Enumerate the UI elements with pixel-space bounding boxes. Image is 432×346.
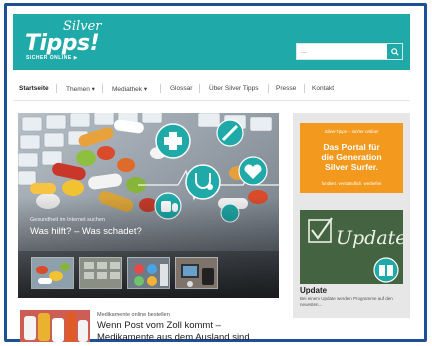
hero-thumb-1[interactable] xyxy=(31,257,74,289)
site-header: Silver Tipps! SICHER ONLINE ▶ xyxy=(13,14,410,70)
logo-tipps-text: Tipps! xyxy=(25,31,100,56)
site-logo[interactable]: Silver Tipps! SICHER ONLINE ▶ xyxy=(23,19,113,65)
update-title[interactable]: Update xyxy=(300,286,327,295)
nav-divider xyxy=(268,84,269,93)
search-box xyxy=(296,43,403,60)
nav-divider xyxy=(199,84,200,93)
nav-item-ueber[interactable]: Über Silver Tipps xyxy=(209,85,259,92)
nav-item-mediathek[interactable]: Mediathek ▾ xyxy=(112,85,147,93)
hero-slider[interactable]: Gesundheit im Internet suchen Was hilft?… xyxy=(18,113,279,298)
teaser-title[interactable]: Wenn Post vom Zoll kommt – Medikamente a… xyxy=(97,320,277,344)
mouse-pointer-icon: ▶ xyxy=(73,55,78,61)
search-input[interactable] xyxy=(297,44,388,59)
nav-divider xyxy=(56,84,57,93)
chevron-down-icon: ▾ xyxy=(91,86,95,93)
nav-underline xyxy=(13,100,410,101)
sidebar: SilverTipps – sicher online! Das Portal … xyxy=(293,113,410,318)
hero-thumb-4[interactable] xyxy=(175,257,218,289)
main-nav: Startseite Themen ▾ Mediathek ▾ Glossar … xyxy=(13,83,410,97)
promo-small-text: SilverTipps – sicher online! xyxy=(324,129,379,134)
logo-tagline: SICHER ONLINE ▶ xyxy=(26,55,78,61)
teaser-image[interactable] xyxy=(20,310,90,342)
nav-item-themen[interactable]: Themen ▾ xyxy=(66,85,95,93)
chevron-down-icon: ▾ xyxy=(143,86,148,93)
nav-divider xyxy=(304,84,305,93)
hero-kicker: Gesundheit im Internet suchen xyxy=(30,217,105,223)
search-button[interactable] xyxy=(387,44,402,59)
promo-headline: Das Portal für die Generation Silver Sur… xyxy=(321,142,382,172)
hero-thumb-3[interactable] xyxy=(127,257,170,289)
promo-banner[interactable]: SilverTipps – sicher online! Das Portal … xyxy=(300,123,403,193)
update-chalk-text: Update xyxy=(336,227,403,249)
nav-item-glossar[interactable]: Glossar xyxy=(170,85,192,92)
promo-footer-text: fundiert. verständlich. werbefrei xyxy=(321,181,382,186)
update-excerpt: Bei einem Update werden Programme auf de… xyxy=(300,296,393,307)
nav-item-presse[interactable]: Presse xyxy=(276,85,296,92)
nav-divider xyxy=(160,84,161,93)
nav-item-startseite[interactable]: Startseite xyxy=(19,85,49,92)
hero-title[interactable]: Was hilft? – Was schadet? xyxy=(30,226,142,237)
nav-divider xyxy=(102,84,103,93)
search-icon xyxy=(390,47,399,56)
teaser-kicker: Medikamente online bestellen xyxy=(97,312,170,318)
update-image[interactable]: Update xyxy=(300,210,403,284)
hero-thumb-2[interactable] xyxy=(79,257,122,289)
nav-item-kontakt[interactable]: Kontakt xyxy=(312,85,334,92)
